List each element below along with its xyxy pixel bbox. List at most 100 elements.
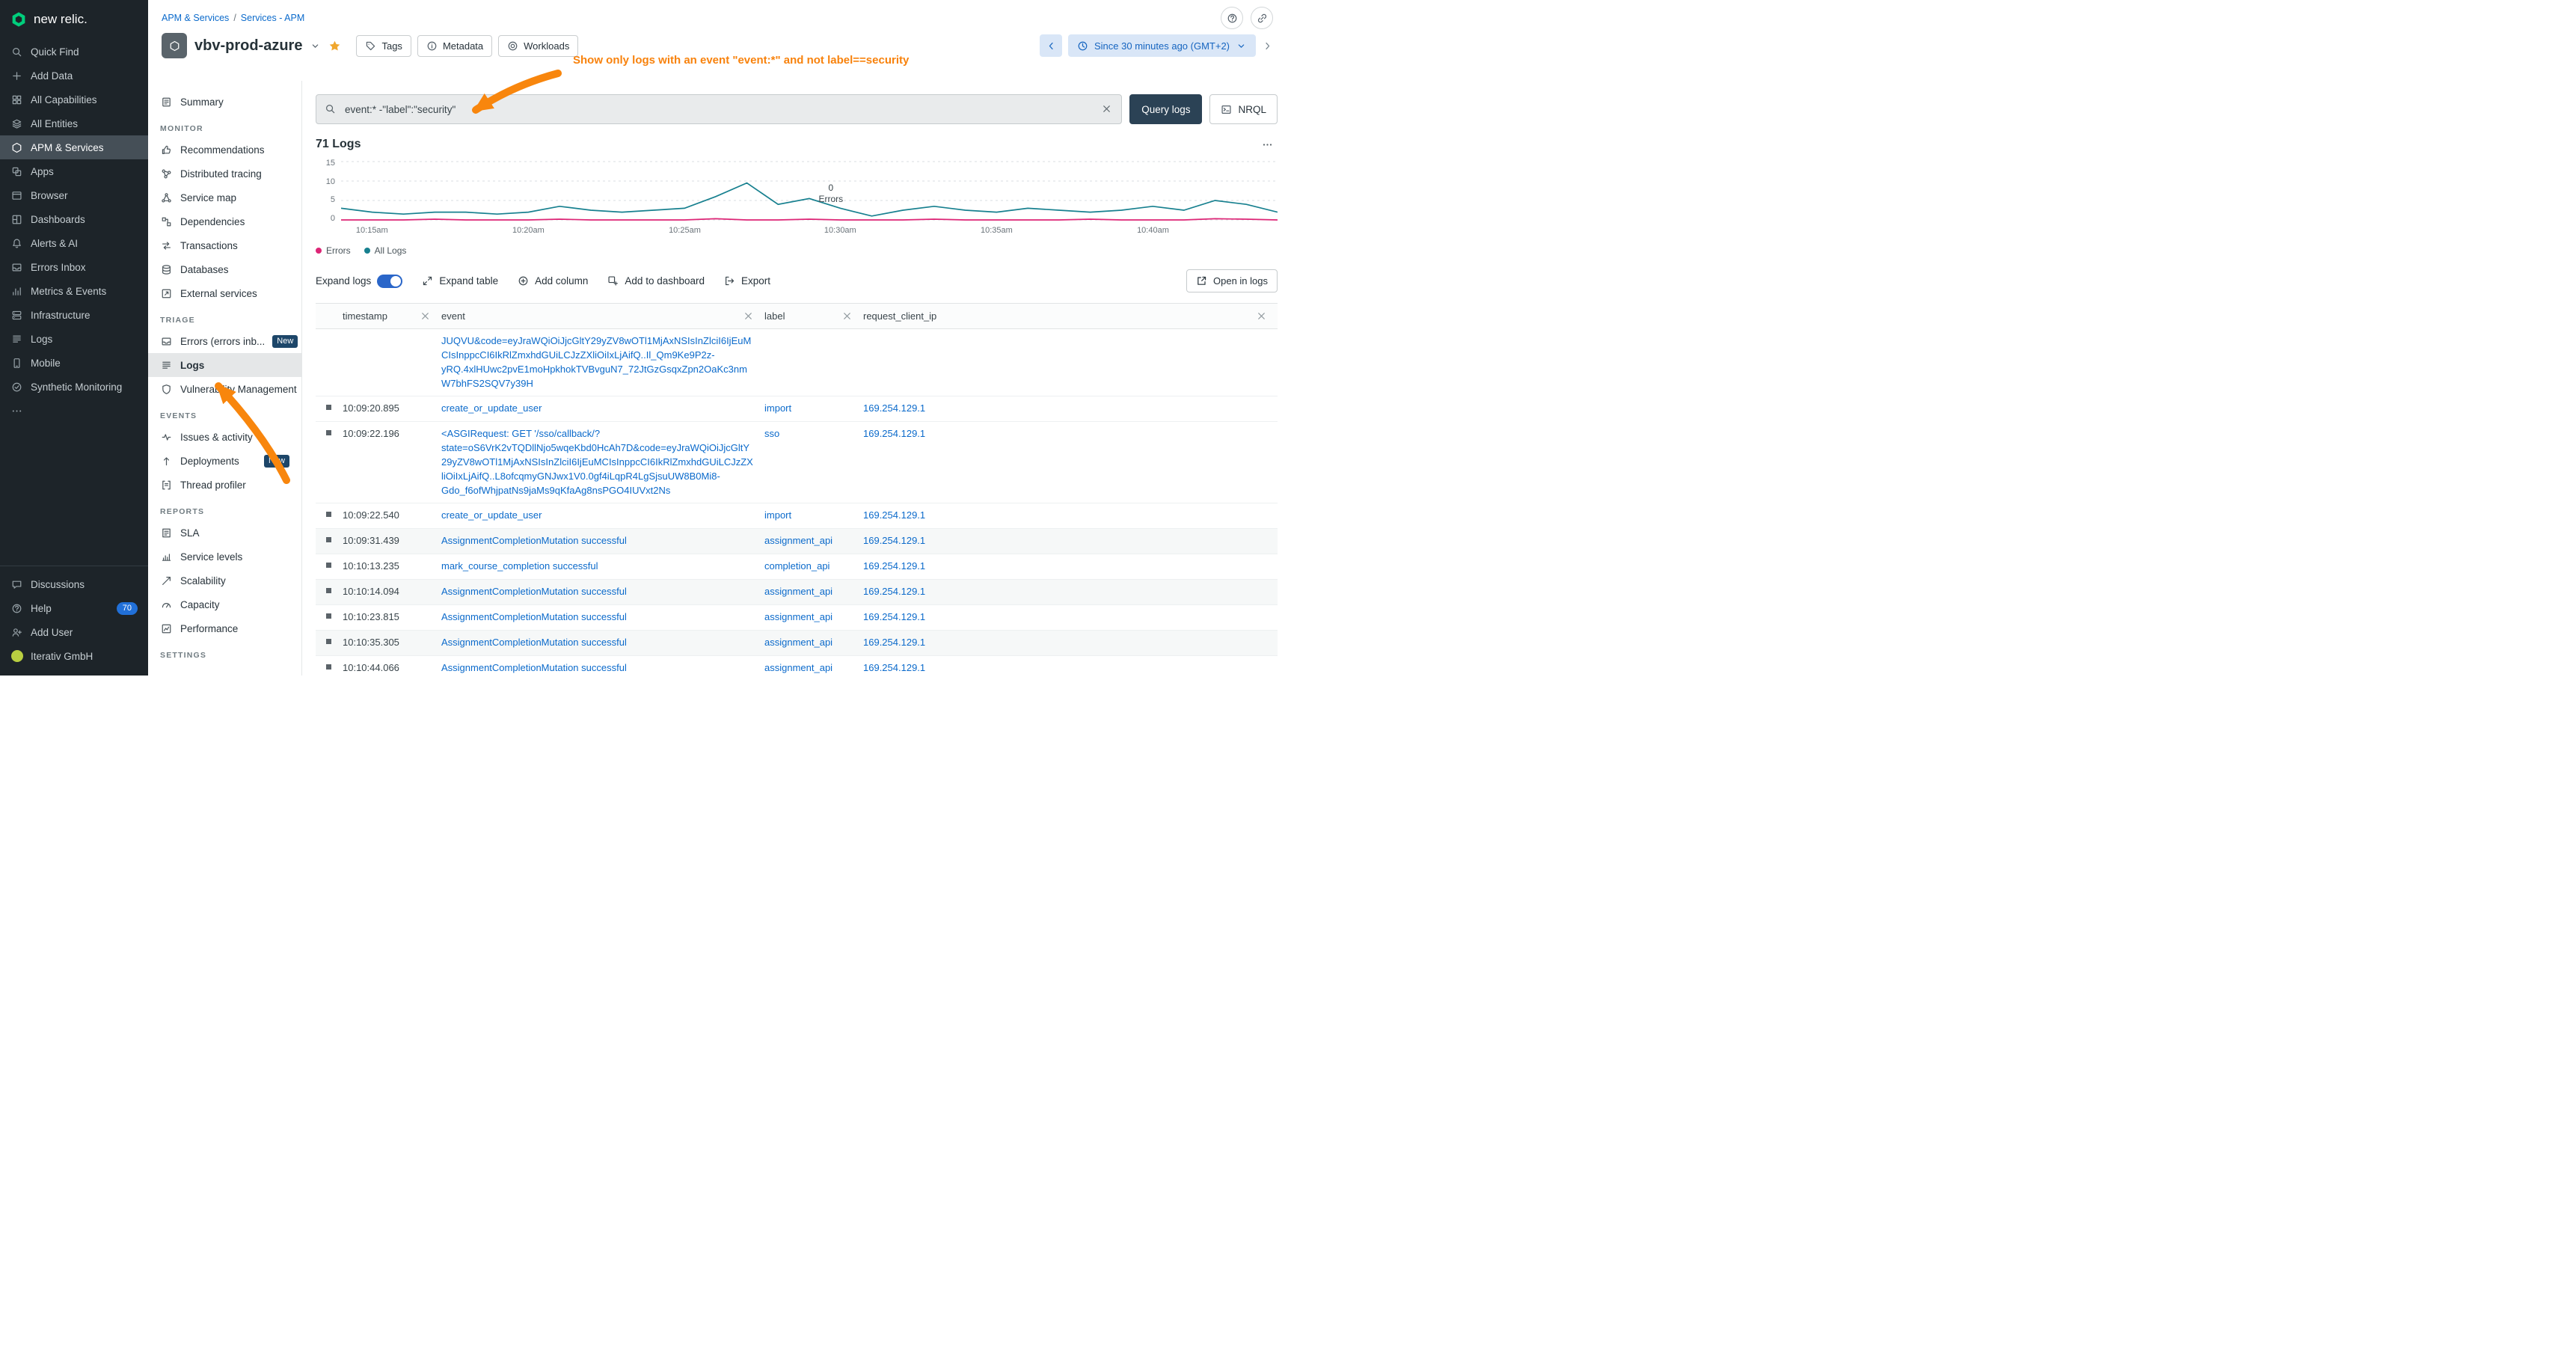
entity-dropdown[interactable]	[310, 40, 321, 52]
ip-link[interactable]: 169.254.129.1	[863, 560, 925, 572]
event-link[interactable]: AssignmentCompletionMutation successful	[441, 662, 627, 673]
favorite-star-icon[interactable]	[328, 40, 341, 52]
legend-item-errors[interactable]: Errors	[316, 245, 351, 256]
remove-column-label-icon[interactable]	[841, 310, 853, 322]
sidebar-item-add-user[interactable]: Add User	[0, 620, 148, 644]
nav-item-logs[interactable]: Logs	[148, 353, 301, 377]
sidebar-item-add-data[interactable]: Add Data	[0, 64, 148, 88]
event-link[interactable]: create_or_update_user	[441, 402, 542, 414]
label-link[interactable]: assignment_api	[764, 637, 832, 648]
breadcrumb-services-apm[interactable]: Services - APM	[241, 13, 304, 23]
ip-link[interactable]: 169.254.129.1	[863, 509, 925, 521]
table-row[interactable]: 10:10:44.066AssignmentCompletionMutation…	[316, 656, 1278, 676]
nav-item-performance[interactable]: Performance	[148, 616, 301, 640]
label-link[interactable]: assignment_api	[764, 611, 832, 622]
ip-link[interactable]: 169.254.129.1	[863, 402, 925, 414]
tags-button[interactable]: Tags	[356, 35, 411, 57]
label-link[interactable]: sso	[764, 428, 779, 439]
sidebar-item-synthetic-monitoring[interactable]: Synthetic Monitoring	[0, 375, 148, 399]
table-row[interactable]: 10:09:22.540create_or_update_userimport1…	[316, 503, 1278, 529]
sidebar-item-alerts-ai[interactable]: Alerts & AI	[0, 231, 148, 255]
event-link[interactable]: <ASGIRequest: GET '/sso/callback/?state=…	[441, 428, 753, 495]
ip-link[interactable]: 169.254.129.1	[863, 611, 925, 622]
event-link[interactable]: AssignmentCompletionMutation successful	[441, 586, 627, 597]
sidebar-item-discussions[interactable]: Discussions	[0, 572, 148, 596]
ip-link[interactable]: 169.254.129.1	[863, 662, 925, 673]
ip-link[interactable]: 169.254.129.1	[863, 535, 925, 546]
remove-column-request_client_ip-icon[interactable]	[1256, 310, 1267, 322]
nav-item-sla[interactable]: SLA	[148, 521, 301, 545]
chart-options-kebab-icon[interactable]	[1262, 139, 1273, 150]
sidebar-item-browser[interactable]: Browser	[0, 183, 148, 207]
nav-item-service-map[interactable]: Service map	[148, 186, 301, 209]
ip-link[interactable]: 169.254.129.1	[863, 428, 925, 439]
label-link[interactable]: import	[764, 402, 791, 414]
label-link[interactable]: assignment_api	[764, 535, 832, 546]
table-row[interactable]: 10:09:31.439AssignmentCompletionMutation…	[316, 529, 1278, 554]
table-row[interactable]: 10:10:14.094AssignmentCompletionMutation…	[316, 580, 1278, 605]
sidebar-item-logs[interactable]: Logs	[0, 327, 148, 351]
sidebar-item-more[interactable]	[0, 399, 148, 423]
workloads-button[interactable]: Workloads	[498, 35, 578, 57]
label-link[interactable]: import	[764, 509, 791, 521]
brand[interactable]: new relic.	[0, 0, 148, 40]
add-to-dashboard-button[interactable]: Add to dashboard	[607, 275, 705, 287]
copy-link-button[interactable]	[1251, 7, 1273, 29]
nav-item-dependencies[interactable]: Dependencies	[148, 209, 301, 233]
table-row[interactable]: JUQVU&code=eyJraWQiOiJjcGltY29yZV8wOTl1M…	[316, 329, 1278, 396]
nav-item-errors-errors-inb[interactable]: Errors (errors inb...New	[148, 329, 301, 353]
event-link[interactable]: create_or_update_user	[441, 509, 542, 521]
ip-link[interactable]: 169.254.129.1	[863, 586, 925, 597]
nav-item-deployments[interactable]: DeploymentsNew	[148, 449, 301, 473]
log-query-input[interactable]	[316, 94, 1122, 124]
sidebar-item-infrastructure[interactable]: Infrastructure	[0, 303, 148, 327]
sidebar-item-apps[interactable]: Apps	[0, 159, 148, 183]
nav-item-external-services[interactable]: External services	[148, 281, 301, 305]
legend-item-all-logs[interactable]: All Logs	[364, 245, 407, 256]
event-link[interactable]: mark_course_completion successful	[441, 560, 598, 572]
remove-column-event-icon[interactable]	[743, 310, 754, 322]
clear-query-icon[interactable]	[1101, 103, 1112, 114]
label-link[interactable]: assignment_api	[764, 586, 832, 597]
sidebar-item-mobile[interactable]: Mobile	[0, 351, 148, 375]
ip-link[interactable]: 169.254.129.1	[863, 637, 925, 648]
expand-logs-toggle[interactable]: Expand logs	[316, 275, 402, 288]
breadcrumb-apm-services[interactable]: APM & Services	[162, 13, 229, 23]
time-forward-button[interactable]	[1262, 40, 1273, 52]
open-in-logs-button[interactable]: Open in logs	[1186, 269, 1278, 292]
add-column-button[interactable]: Add column	[518, 275, 588, 287]
nav-item-thread-profiler[interactable]: Thread profiler	[148, 473, 301, 497]
table-row[interactable]: 10:10:35.305AssignmentCompletionMutation…	[316, 631, 1278, 656]
nav-item-transactions[interactable]: Transactions	[148, 233, 301, 257]
nav-item-capacity[interactable]: Capacity	[148, 592, 301, 616]
nav-item-recommendations[interactable]: Recommendations	[148, 138, 301, 162]
event-link[interactable]: AssignmentCompletionMutation successful	[441, 637, 627, 648]
sidebar-item-quick-find[interactable]: Quick Find	[0, 40, 148, 64]
event-link[interactable]: JUQVU&code=eyJraWQiOiJjcGltY29yZV8wOTl1M…	[441, 335, 751, 389]
nav-item-vulnerability-management[interactable]: Vulnerability Management	[148, 377, 301, 401]
time-back-button[interactable]	[1040, 34, 1062, 57]
sidebar-item-metrics-events[interactable]: Metrics & Events	[0, 279, 148, 303]
sidebar-item-errors-inbox[interactable]: Errors Inbox	[0, 255, 148, 279]
nav-item-summary[interactable]: Summary	[148, 90, 301, 114]
query-logs-button[interactable]: Query logs	[1129, 94, 1202, 124]
nav-item-service-levels[interactable]: Service levels	[148, 545, 301, 569]
toggle-on[interactable]	[377, 275, 402, 288]
remove-column-timestamp-icon[interactable]	[420, 310, 431, 322]
event-link[interactable]: AssignmentCompletionMutation successful	[441, 611, 627, 622]
label-link[interactable]: assignment_api	[764, 662, 832, 673]
sidebar-item-all-capabilities[interactable]: All Capabilities	[0, 88, 148, 111]
table-row[interactable]: 10:09:20.895create_or_update_userimport1…	[316, 396, 1278, 422]
table-row[interactable]: 10:09:22.196<ASGIRequest: GET '/sso/call…	[316, 422, 1278, 503]
export-button[interactable]: Export	[724, 275, 770, 287]
nav-item-databases[interactable]: Databases	[148, 257, 301, 281]
nav-item-issues-activity[interactable]: Issues & activity	[148, 425, 301, 449]
sidebar-item-apm-services[interactable]: APM & Services	[0, 135, 148, 159]
sidebar-item-help[interactable]: Help70	[0, 596, 148, 620]
sidebar-item-account[interactable]: Iterativ GmbH	[0, 644, 148, 668]
time-picker[interactable]: Since 30 minutes ago (GMT+2)	[1068, 34, 1256, 57]
table-row[interactable]: 10:10:23.815AssignmentCompletionMutation…	[316, 605, 1278, 631]
table-row[interactable]: 10:10:13.235mark_course_completion succe…	[316, 554, 1278, 580]
label-link[interactable]: completion_api	[764, 560, 829, 572]
metadata-button[interactable]: Metadata	[417, 35, 492, 57]
